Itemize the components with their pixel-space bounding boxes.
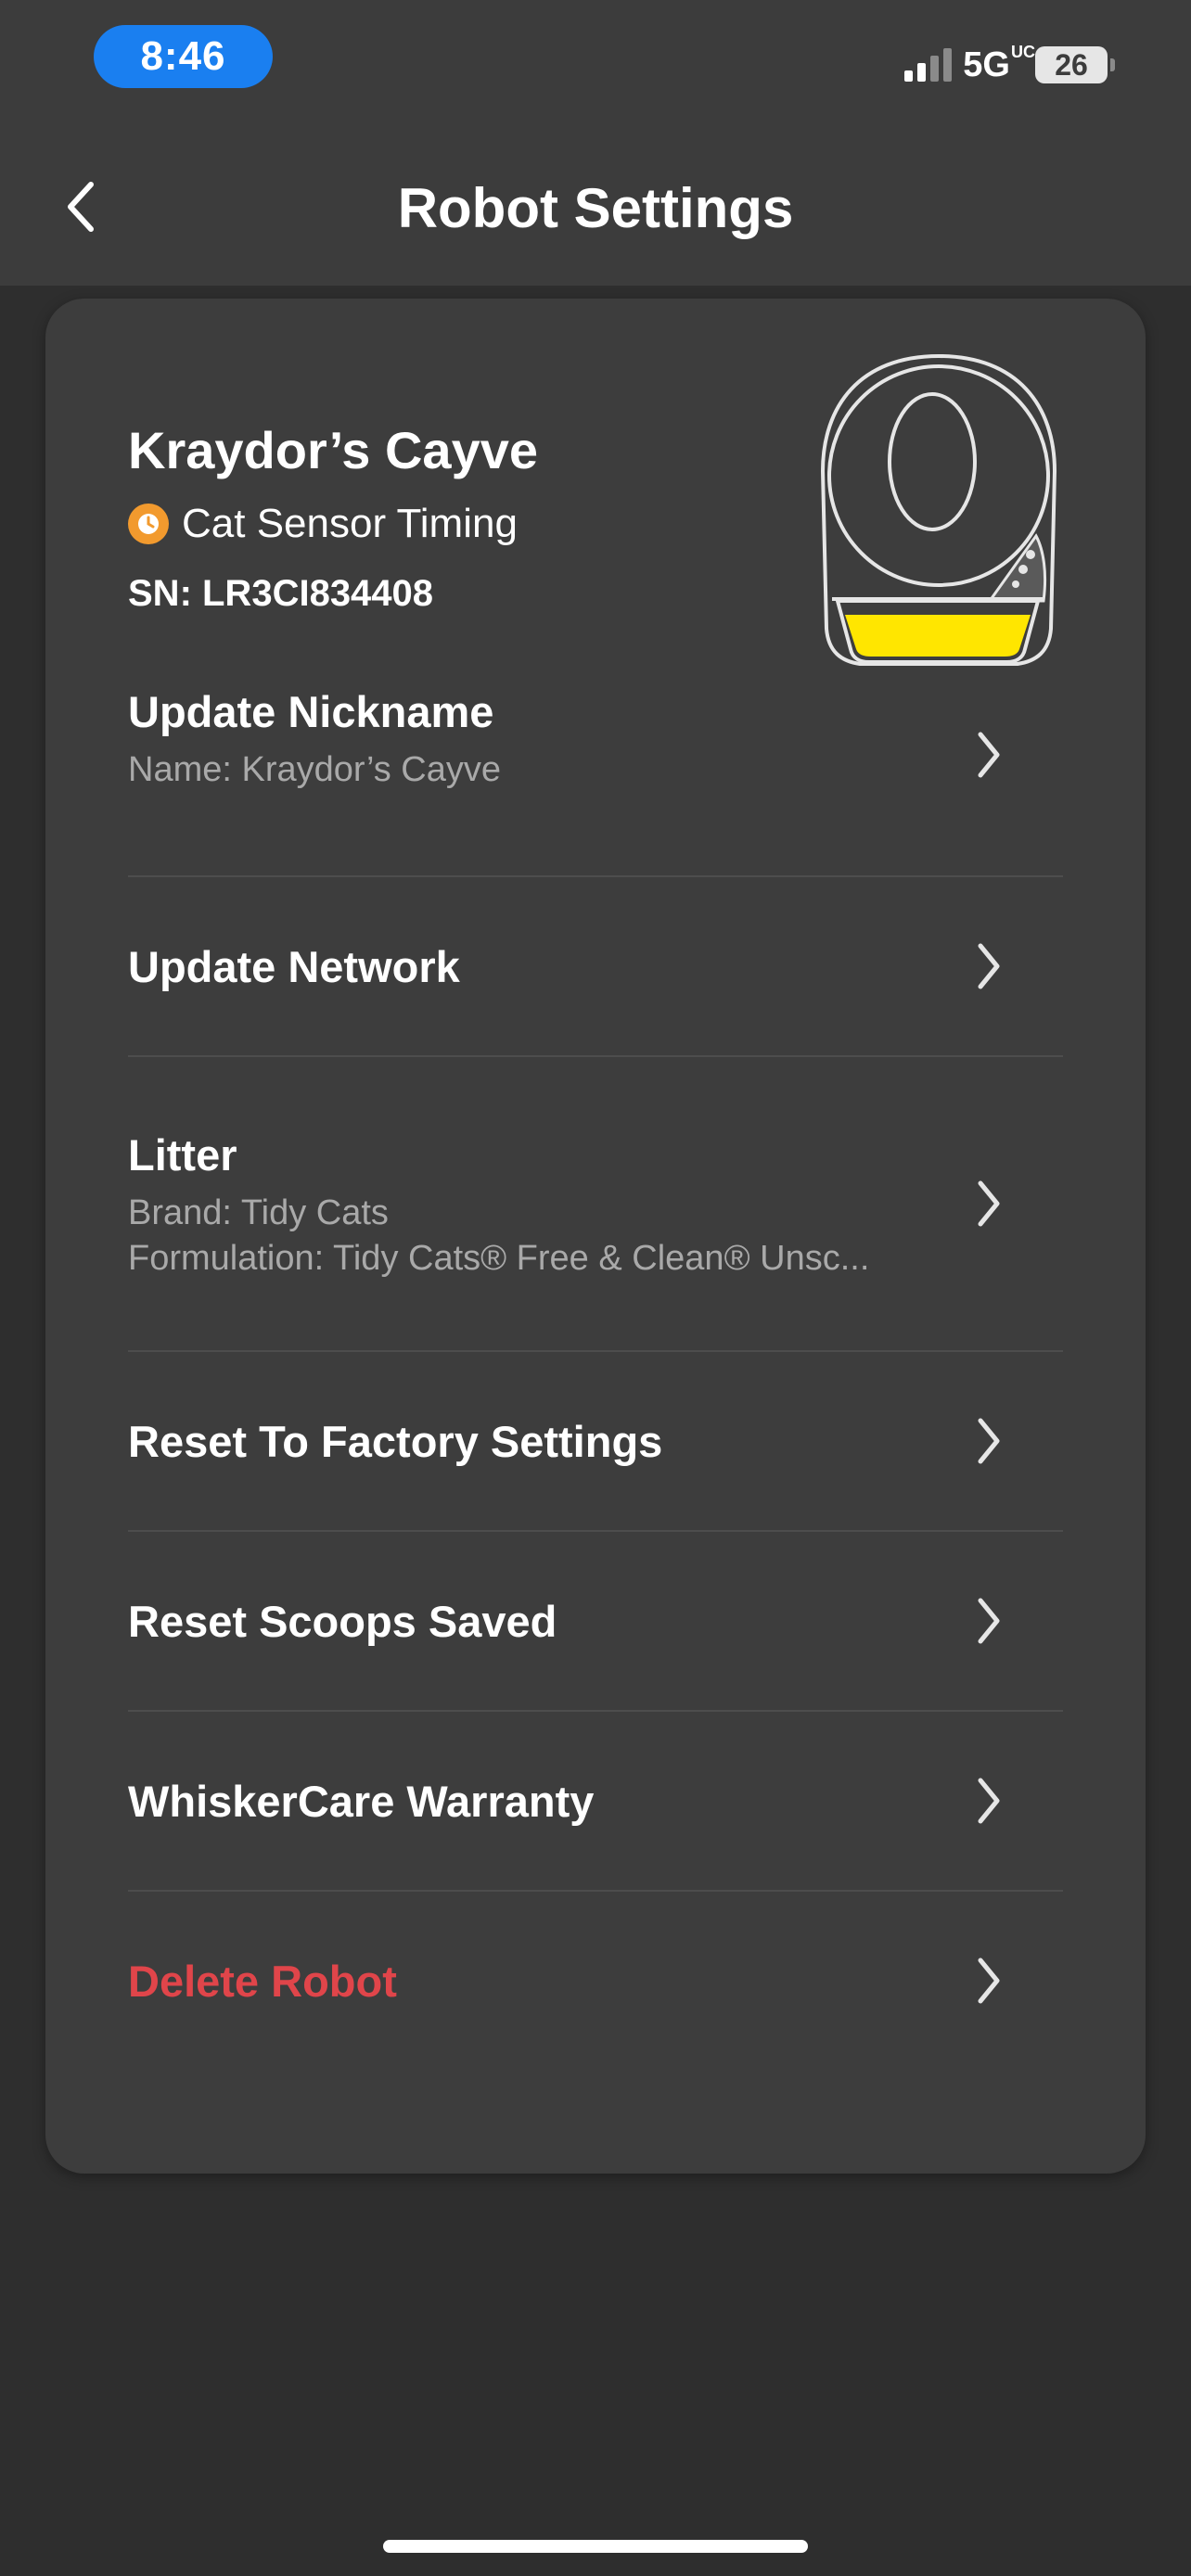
robot-name: Kraydor’s Cayve	[128, 421, 539, 479]
chevron-right-icon	[970, 1775, 1007, 1827]
litter-formulation: Formulation: Tidy Cats® Free & Clean® Un…	[128, 1238, 870, 1278]
whiskercare-warranty-row[interactable]: WhiskerCare Warranty	[128, 1712, 1063, 1892]
reset-scoops-saved-label: Reset Scoops Saved	[128, 1596, 557, 1646]
litter-brand: Brand: Tidy Cats	[128, 1192, 389, 1232]
clock-icon	[128, 504, 169, 544]
reset-scoops-saved-row[interactable]: Reset Scoops Saved	[128, 1532, 1063, 1712]
litter-row[interactable]: Litter Brand: Tidy Cats Formulation: Tid…	[128, 1057, 1063, 1352]
robot-status: Cat Sensor Timing	[128, 501, 518, 547]
chevron-right-icon	[970, 729, 1007, 781]
settings-list: Update Nickname Name: Kraydor’s Cayve Up…	[128, 662, 1063, 2070]
delete-robot-label: Delete Robot	[128, 1956, 397, 2006]
home-indicator[interactable]	[383, 2540, 808, 2553]
nickname-value: Name: Kraydor’s Cayve	[128, 750, 501, 789]
chevron-right-icon	[970, 1595, 1007, 1647]
reset-factory-settings-row[interactable]: Reset To Factory Settings	[128, 1352, 1063, 1532]
chevron-right-icon	[970, 1178, 1007, 1230]
status-indicators: 5G UC 26	[904, 41, 1115, 89]
update-network-row[interactable]: Update Network	[128, 877, 1063, 1057]
update-network-label: Update Network	[128, 941, 460, 991]
litter-label: Litter	[128, 1129, 237, 1180]
update-nickname-row[interactable]: Update Nickname Name: Kraydor’s Cayve	[128, 662, 1063, 877]
reset-factory-settings-label: Reset To Factory Settings	[128, 1416, 663, 1466]
robot-settings-card: Kraydor’s Cayve Cat Sensor Timing SN: LR…	[45, 299, 1146, 2174]
litter-robot-image	[820, 353, 1057, 666]
update-nickname-label: Update Nickname	[128, 687, 494, 736]
cellular-signal-icon	[904, 48, 953, 82]
chevron-right-icon	[970, 1955, 1007, 2007]
chevron-right-icon	[970, 940, 1007, 992]
robot-serial-number: SN: LR3CI834408	[128, 573, 434, 614]
network-type: 5G UC	[963, 42, 1035, 84]
robot-status-text: Cat Sensor Timing	[182, 501, 518, 546]
status-time: 8:46	[94, 25, 273, 88]
delete-robot-row[interactable]: Delete Robot	[128, 1892, 1063, 2070]
battery-icon: 26	[1035, 46, 1115, 83]
whiskercare-warranty-label: WhiskerCare Warranty	[128, 1776, 595, 1826]
chevron-right-icon	[970, 1415, 1007, 1467]
page-title: Robot Settings	[397, 177, 794, 239]
battery-level: 26	[1035, 46, 1108, 83]
